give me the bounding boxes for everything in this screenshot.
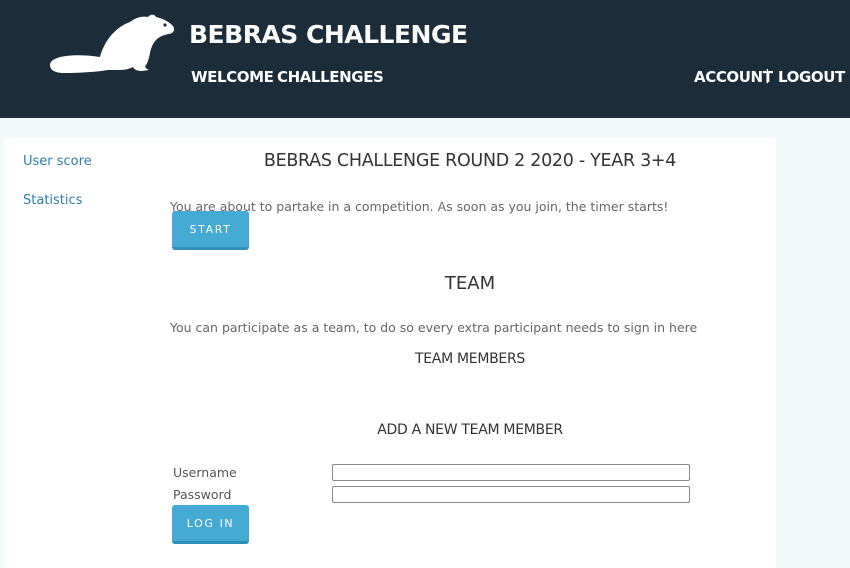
team-heading: TEAM	[444, 273, 496, 294]
add-member-heading: ADD A NEW TEAM MEMBER	[377, 422, 563, 438]
page-title: BEBRAS CHALLENGE ROUND 2 2020 - YEAR 3+4	[263, 151, 677, 171]
nav-logout-link[interactable]: LOGOUT	[778, 68, 845, 86]
team-members-heading: TEAM MEMBERS	[415, 351, 525, 367]
sidebar-item-statistics[interactable]: Statistics	[23, 193, 82, 208]
password-label: Password	[173, 487, 232, 502]
start-button[interactable]: START	[172, 211, 249, 250]
sidebar-item-user-score[interactable]: User score	[23, 154, 92, 169]
nav-welcome-link[interactable]: WELCOME	[191, 68, 274, 86]
nav-challenges-link[interactable]: CHALLENGES	[277, 68, 384, 86]
site-header: BEBRAS CHALLENGE WELCOME CHALLENGES ACCO…	[0, 0, 850, 118]
nav-separator: |	[765, 68, 770, 84]
username-input[interactable]	[332, 464, 690, 481]
site-title: BEBRAS CHALLENGE	[189, 20, 468, 49]
nav-account-link[interactable]: ACCOUNT	[694, 68, 773, 86]
beaver-logo-icon[interactable]	[48, 12, 178, 74]
team-info-text: You can participate as a team, to do so …	[170, 320, 698, 335]
content-panel: User score Statistics BEBRAS CHALLENGE R…	[4, 138, 776, 568]
password-input[interactable]	[332, 486, 690, 503]
login-button[interactable]: LOG IN	[172, 505, 249, 544]
username-label: Username	[173, 465, 237, 480]
